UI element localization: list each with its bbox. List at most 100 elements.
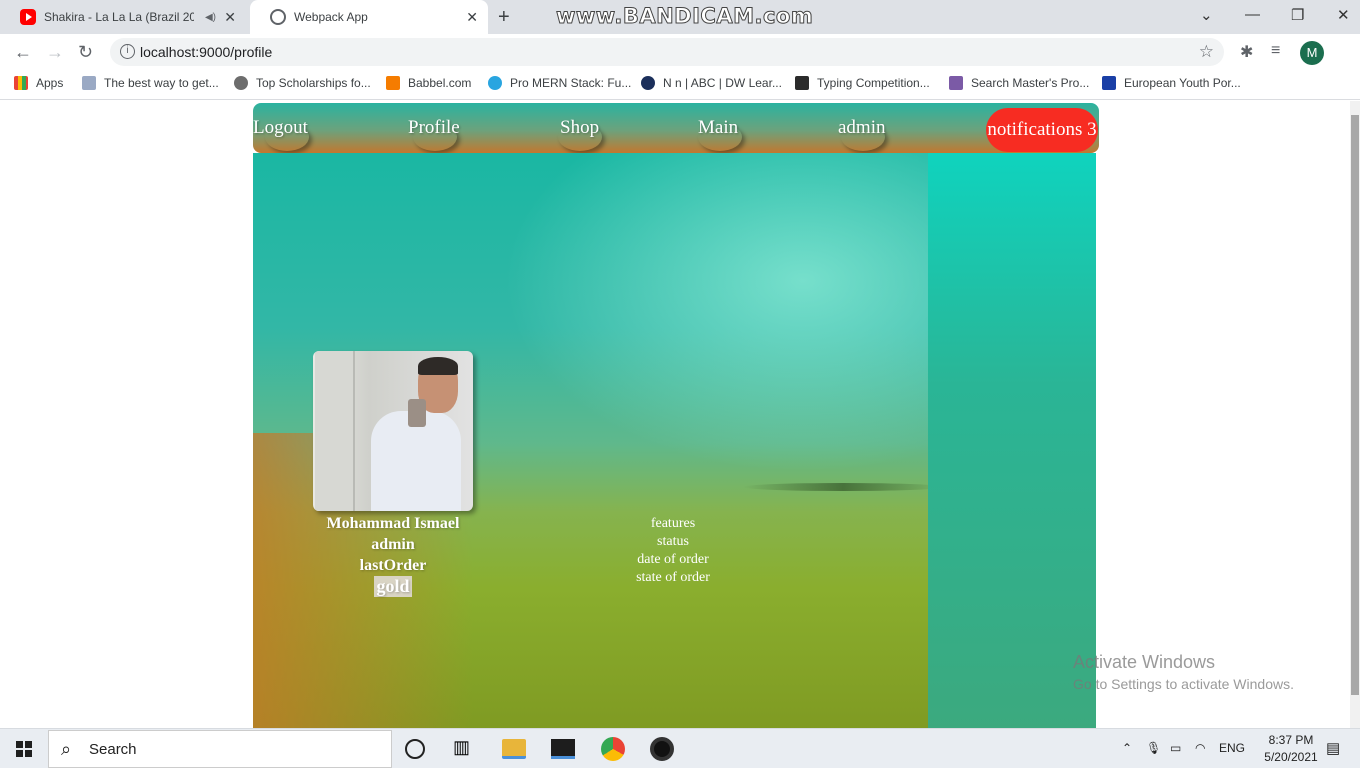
watermark-title: Activate Windows [1073, 652, 1216, 672]
system-clock[interactable]: 8:37 PM 5/20/2021 [1256, 732, 1326, 766]
bookmark-label: Pro MERN Stack: Fu... [510, 76, 632, 90]
battery-icon[interactable]: ▭ [1170, 741, 1181, 755]
profile-name: Mohammad Ismael [326, 515, 460, 532]
photo-door [315, 351, 355, 511]
bookmark-icon [234, 76, 248, 90]
apps-grid-icon [14, 76, 28, 90]
bookmark-item[interactable]: N n | ABC | DW Lear... [641, 76, 782, 90]
page-viewport: Logout Profile Shop Main admin notificat… [0, 101, 1350, 728]
browser-toolbar: ← → ↻ i localhost:9000/profile ☆ ✱ ≡ M [0, 34, 1360, 70]
close-window-button[interactable]: ✕ [1337, 6, 1350, 24]
bookmark-item[interactable]: Search Master's Pro... [949, 76, 1089, 90]
bookmark-label: Top Scholarships fo... [256, 76, 371, 90]
bookmark-label: Typing Competition... [817, 76, 930, 90]
tier-badge: gold [374, 576, 412, 597]
address-bar[interactable]: i localhost:9000/profile ☆ [110, 38, 1224, 66]
tab-search-icon[interactable]: ⌄ [1200, 6, 1213, 24]
bookmark-item[interactable]: Typing Competition... [795, 76, 930, 90]
media-control-icon[interactable]: ≡ [1271, 42, 1280, 60]
file-explorer-icon[interactable] [502, 739, 526, 759]
bandicam-watermark: www.BANDICAM.com [555, 4, 814, 29]
taskbar-search-placeholder: Search [89, 740, 137, 758]
close-tab-icon[interactable]: ✕ [466, 9, 478, 26]
info-icon[interactable]: i [120, 44, 135, 59]
minimize-button[interactable]: — [1245, 6, 1260, 23]
tab-youtube[interactable]: Shakira - La La La (Brazil 2014 ◀) ✕ [0, 0, 246, 34]
youtube-icon [20, 9, 36, 25]
forward-button[interactable]: → [46, 42, 64, 63]
order-details: features status date of order state of o… [613, 515, 733, 587]
bookmark-icon [488, 76, 502, 90]
bookmark-item[interactable]: Top Scholarships fo... [234, 76, 371, 90]
search-icon: ⌕ [61, 739, 72, 759]
nav-main-link[interactable]: Main [698, 117, 738, 139]
app-navbar: Logout Profile Shop Main admin notificat… [253, 103, 1099, 153]
terminal-icon[interactable] [551, 739, 575, 759]
bookmark-item[interactable]: Pro MERN Stack: Fu... [488, 76, 631, 90]
photo-phone [408, 399, 426, 427]
url-text: localhost:9000/profile [140, 44, 273, 60]
bookmark-icon [795, 76, 809, 90]
task-view-icon[interactable]: ▥ [453, 737, 477, 761]
date-of-order-label: date of order [637, 552, 709, 567]
bandicam-record-icon[interactable] [650, 737, 674, 761]
right-side-panel [928, 153, 1096, 728]
network-icon[interactable]: ◠ [1195, 741, 1205, 755]
tab-title: Webpack App [294, 10, 368, 24]
microphone-icon[interactable]: 🎙 [1146, 741, 1161, 755]
background-treeline [743, 483, 943, 491]
activate-windows-watermark: Activate Windows Go to Settings to activ… [1073, 652, 1294, 692]
bookmark-item[interactable]: Babbel.com [386, 76, 471, 90]
eu-flag-icon [1102, 76, 1116, 90]
nav-shop-link[interactable]: Shop [560, 117, 599, 139]
extensions-icon[interactable]: ✱ [1240, 42, 1253, 62]
profile-avatar[interactable]: M [1300, 41, 1324, 65]
bookmarks-bar: Apps The best way to get... Top Scholars… [0, 70, 1360, 100]
watermark-subtitle: Go to Settings to activate Windows. [1073, 676, 1294, 692]
state-of-order-label: state of order [636, 570, 710, 585]
nav-admin-link[interactable]: admin [838, 117, 886, 139]
profile-info: Mohammad Ismael admin lastOrder gold [293, 513, 493, 598]
bookmark-item[interactable]: The best way to get... [82, 76, 219, 90]
speaker-icon[interactable]: ◀) [205, 12, 216, 23]
photo-person-hair [418, 357, 458, 375]
taskbar-search[interactable]: ⌕ Search [48, 730, 392, 768]
show-hidden-icons[interactable]: ⌃ [1122, 741, 1132, 755]
cortana-icon[interactable] [405, 739, 425, 759]
nav-profile-link[interactable]: Profile [408, 117, 460, 139]
language-indicator[interactable]: ENG [1219, 741, 1245, 755]
new-tab-button[interactable]: + [498, 6, 510, 29]
page-scrollbar[interactable] [1350, 101, 1360, 728]
bookmark-label: The best way to get... [104, 76, 219, 90]
bookmark-icon [641, 76, 655, 90]
tab-strip: Shakira - La La La (Brazil 2014 ◀) ✕ Web… [0, 0, 1360, 34]
features-label: features [650, 516, 696, 531]
bookmark-icon [949, 76, 963, 90]
notifications-button[interactable]: notifications 3 [986, 108, 1098, 152]
restore-button[interactable]: ❐ [1291, 6, 1304, 24]
last-order-label: lastOrder [359, 557, 427, 574]
nav-logout-link[interactable]: Logout [253, 117, 308, 139]
tab-webpack-app[interactable]: Webpack App ✕ [250, 0, 488, 34]
chrome-icon[interactable] [601, 737, 625, 761]
clock-date: 5/20/2021 [1264, 750, 1318, 764]
reload-button[interactable]: ↻ [78, 42, 93, 63]
bookmark-icon [82, 76, 96, 90]
globe-icon [270, 9, 286, 25]
bookmark-label: Babbel.com [408, 76, 472, 90]
scrollbar-thumb[interactable] [1351, 115, 1359, 695]
clock-time: 8:37 PM [1268, 733, 1314, 747]
tab-title: Shakira - La La La (Brazil 2014 [44, 10, 194, 24]
babbel-icon [386, 76, 400, 90]
back-button[interactable]: ← [14, 42, 32, 63]
bookmark-item[interactable]: European Youth Por... [1102, 76, 1241, 90]
profile-photo [313, 351, 473, 511]
profile-role: admin [371, 536, 415, 553]
profile-hero: Mohammad Ismael admin lastOrder gold fea… [253, 153, 1096, 728]
bookmark-apps[interactable]: Apps [14, 76, 63, 90]
windows-start-icon[interactable] [16, 741, 32, 757]
bookmark-label: European Youth Por... [1124, 76, 1241, 90]
bookmark-star-icon[interactable]: ☆ [1199, 42, 1214, 62]
notification-center-icon[interactable]: ▤ [1326, 739, 1340, 757]
close-tab-icon[interactable]: ✕ [224, 9, 236, 26]
